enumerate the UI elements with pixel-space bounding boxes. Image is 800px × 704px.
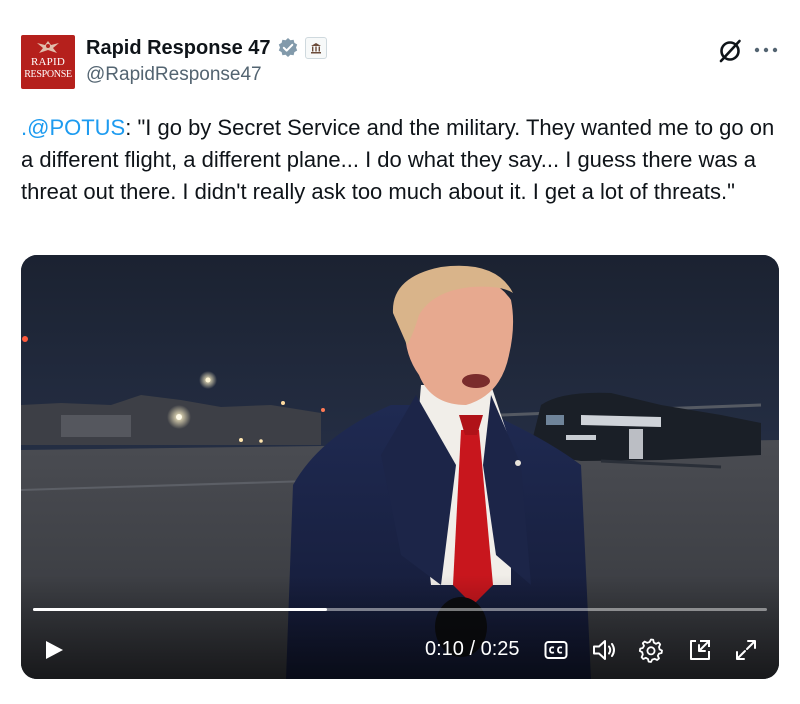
tweet-body: : "I go by Secret Service and the milita… bbox=[21, 115, 775, 204]
verified-badge-icon[interactable] bbox=[277, 37, 299, 59]
closed-captions-icon[interactable] bbox=[543, 637, 569, 663]
government-badge-icon[interactable] bbox=[304, 37, 327, 59]
video-progress-fill bbox=[33, 608, 327, 611]
video-player[interactable]: 0:10 / 0:25 bbox=[21, 255, 779, 679]
picture-in-picture-icon[interactable] bbox=[687, 637, 713, 663]
grok-icon[interactable] bbox=[716, 37, 744, 65]
display-name[interactable]: Rapid Response 47 bbox=[86, 37, 271, 60]
video-frame bbox=[21, 255, 779, 679]
eagle-emblem-icon bbox=[37, 41, 59, 53]
volume-icon[interactable] bbox=[591, 637, 617, 663]
fullscreen-icon[interactable] bbox=[733, 637, 759, 663]
video-time: 0:10 / 0:25 bbox=[425, 638, 520, 660]
avatar-text-line2: RESPONSE bbox=[24, 69, 72, 80]
avatar-text-line1: RAPID bbox=[30, 56, 65, 68]
author-name-row: Rapid Response 47 bbox=[86, 36, 327, 60]
settings-icon[interactable] bbox=[638, 637, 664, 663]
tweet-card: RAPID RESPONSE Rapid Response 47 @RapidR… bbox=[0, 0, 800, 704]
mention-link[interactable]: .@POTUS bbox=[21, 115, 125, 140]
play-icon[interactable] bbox=[43, 639, 65, 661]
tweet-text: .@POTUS: "I go by Secret Service and the… bbox=[21, 112, 781, 208]
more-options-icon[interactable] bbox=[753, 44, 779, 56]
video-progress-bar[interactable] bbox=[33, 608, 767, 611]
avatar[interactable]: RAPID RESPONSE bbox=[21, 35, 75, 89]
author-handle[interactable]: @RapidResponse47 bbox=[86, 64, 262, 86]
